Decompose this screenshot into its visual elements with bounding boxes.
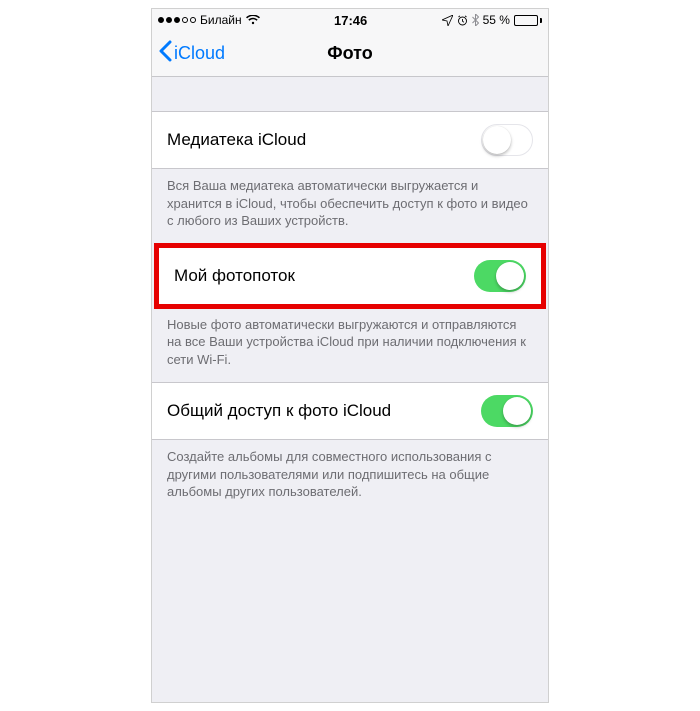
icloud-library-toggle[interactable] bbox=[481, 124, 533, 156]
chevron-left-icon bbox=[158, 40, 172, 67]
my-photostream-description: Новые фото автоматически выгружаются и о… bbox=[152, 308, 548, 383]
battery-percent: 55 % bbox=[483, 13, 510, 27]
phone-frame: Билайн 17:46 55 % bbox=[151, 8, 549, 703]
icloud-sharing-cell[interactable]: Общий доступ к фото iCloud bbox=[152, 382, 548, 440]
signal-strength bbox=[158, 17, 196, 23]
icloud-sharing-toggle[interactable] bbox=[481, 395, 533, 427]
my-photostream-cell[interactable]: Мой фотопоток bbox=[159, 248, 541, 304]
my-photostream-label: Мой фотопоток bbox=[174, 266, 295, 286]
back-label: iCloud bbox=[174, 43, 225, 64]
back-button[interactable]: iCloud bbox=[152, 40, 225, 67]
icloud-library-description: Вся Ваша медиатека автоматически выгружа… bbox=[152, 169, 548, 244]
icloud-sharing-label: Общий доступ к фото iCloud bbox=[167, 401, 391, 421]
icloud-library-cell[interactable]: Медиатека iCloud bbox=[152, 111, 548, 169]
wifi-icon bbox=[246, 15, 260, 25]
highlight-annotation: Мой фотопоток bbox=[154, 243, 546, 309]
battery-icon bbox=[514, 15, 542, 26]
nav-bar: iCloud Фото bbox=[152, 31, 548, 77]
carrier-label: Билайн bbox=[200, 13, 242, 27]
alarm-icon bbox=[457, 15, 468, 26]
location-icon bbox=[442, 15, 453, 26]
icloud-library-label: Медиатека iCloud bbox=[167, 130, 306, 150]
clock: 17:46 bbox=[334, 13, 367, 28]
bluetooth-icon bbox=[472, 14, 479, 26]
icloud-sharing-description: Создайте альбомы для совместного использ… bbox=[152, 440, 548, 515]
status-bar: Билайн 17:46 55 % bbox=[152, 9, 548, 31]
my-photostream-toggle[interactable] bbox=[474, 260, 526, 292]
